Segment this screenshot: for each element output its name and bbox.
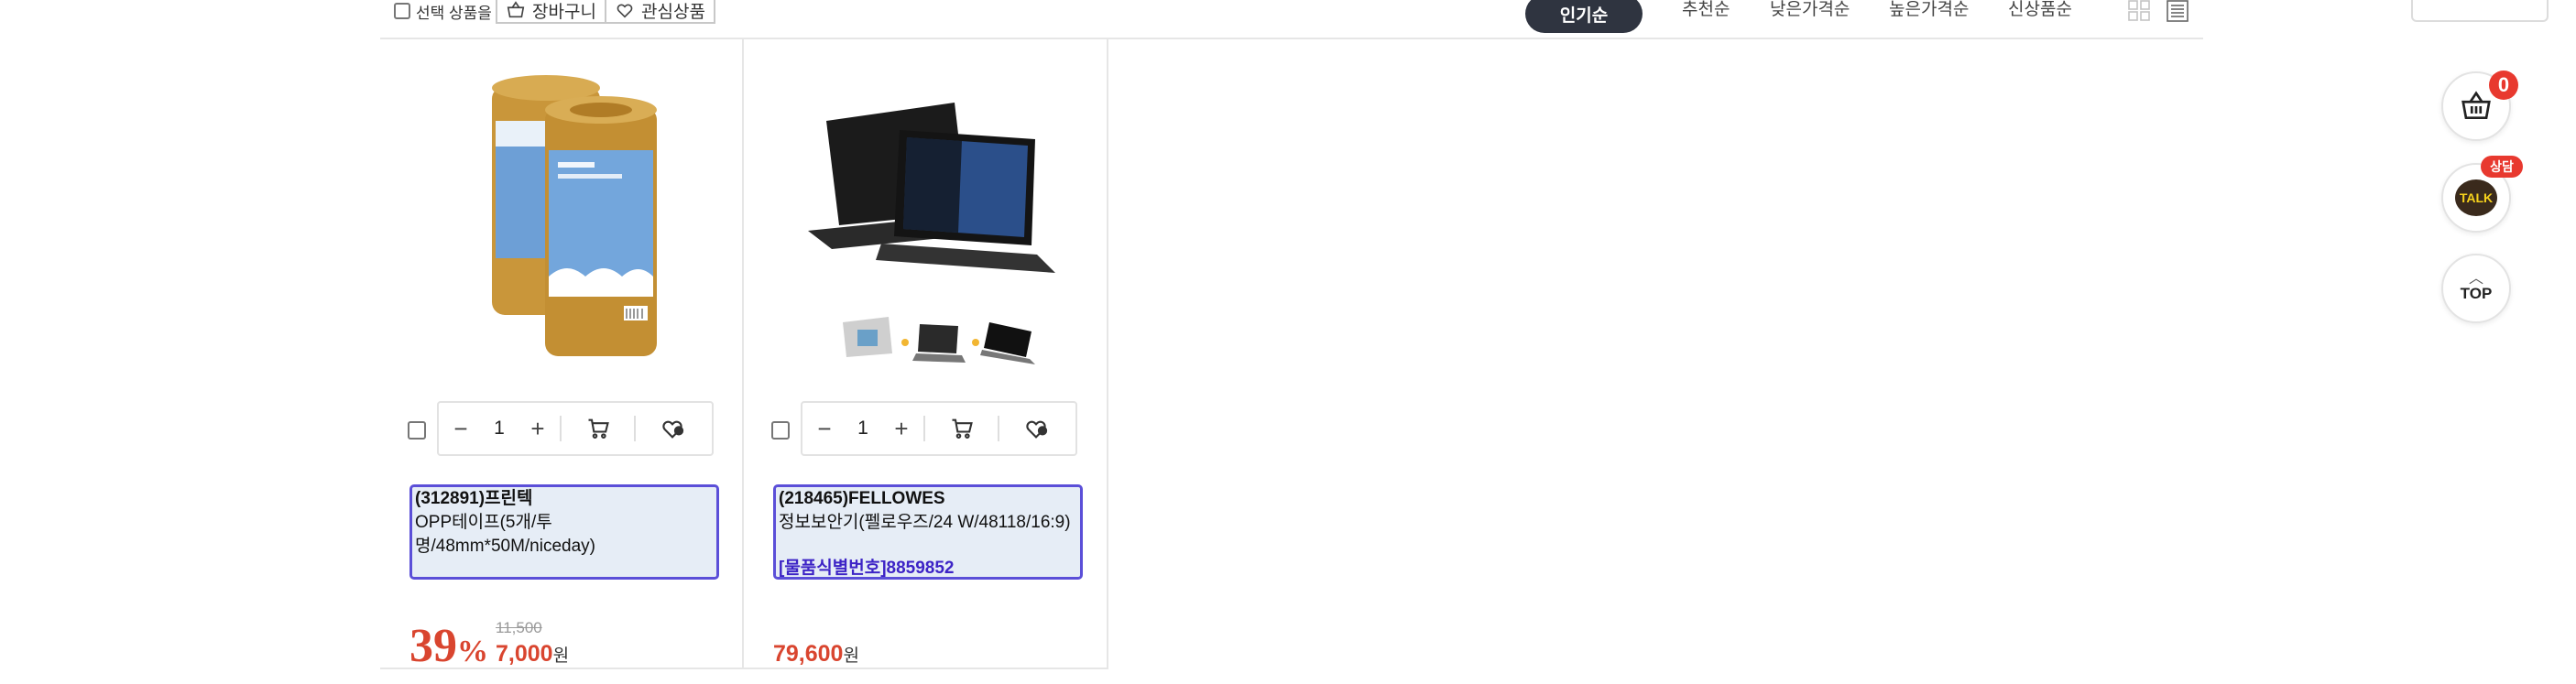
select-label: 선택 상품을 [416,4,492,22]
sort-option-high-price[interactable]: 높은가격순 [1889,0,1969,20]
product-name[interactable]: OPP테이프(5개/투명/48mm*50M/niceday) [415,511,714,559]
quantity-increase-button[interactable]: + [879,403,923,454]
cart-icon [952,418,973,439]
product-code: (312891)프린텍 [415,489,533,508]
product-item-id: [물품식별번호]8859852 [779,559,955,578]
quantity-decrease-button[interactable]: − [802,403,846,454]
sale-price: 79,600원 [773,641,859,667]
add-to-cart-button[interactable] [925,403,998,454]
cart-count-badge: 0 [2489,71,2518,100]
discount-rate: 39% [409,620,488,672]
quantity-increase-button[interactable]: + [516,403,560,454]
product-action-bar: − 1 + [801,401,1077,456]
grid-view-icon[interactable] [2127,0,2151,22]
kakao-talk-icon: TALK [2455,179,2497,216]
basket-icon [507,1,525,18]
product-info-box[interactable]: (218465)FELLOWES 정보보안기(펠로우즈/24 W/48118/1… [773,484,1083,580]
add-selected-to-wishlist-button[interactable]: 관심상품 [605,0,715,24]
consult-badge: 상담 [2481,156,2523,178]
add-to-wishlist-button[interactable] [636,403,708,454]
original-price: 11,500 [496,619,542,636]
wish-button-label: 관심상품 [641,2,705,22]
chevron-up-icon: ︿ [2468,271,2483,287]
list-view-icon[interactable] [2166,0,2189,22]
product-image-privacy-filter[interactable] [771,66,1079,377]
select-all-control[interactable]: 선택 상품을 [394,0,492,22]
sort-option-popular[interactable]: 인기순 [1525,0,1643,33]
sort-option-newest[interactable]: 신상품순 [2008,0,2072,20]
add-to-wishlist-button[interactable] [999,403,1072,454]
scroll-top-button[interactable]: ︿ TOP [2441,254,2511,323]
product-select-checkbox[interactable] [408,421,426,440]
add-to-cart-button[interactable] [562,403,634,454]
top-right-panel [2411,0,2549,22]
product-select-checkbox[interactable] [771,421,790,440]
heart-plus-icon [617,4,633,18]
grid-bottom-divider [380,668,1108,669]
sort-option-low-price[interactable]: 낮은가격순 [1770,0,1850,20]
product-info-box[interactable]: (312891)프린텍 OPP테이프(5개/투명/48mm*50M/niceda… [409,484,719,580]
cart-button-label: 장바구니 [532,2,596,22]
quantity-value[interactable]: 1 [483,418,516,440]
product-card: − 1 + (312891)프린텍 OPP테이프(5개/투명/48mm*50M/… [380,38,743,670]
scroll-top-label: TOP [2460,285,2493,302]
quantity-value[interactable]: 1 [846,418,879,440]
cart-icon [588,418,609,439]
heart-plus-icon [661,420,683,439]
sale-price: 7,000원 [496,641,570,667]
select-all-checkbox[interactable] [394,3,410,19]
sort-option-recommended[interactable]: 추천순 [1682,0,1730,20]
list-toolbar: 선택 상품을 장바구니 관심상품 인기순 추천순 낮은가격순 높은가격순 신상품… [0,0,2576,38]
product-action-bar: − 1 + [437,401,714,456]
product-image-tape-rolls[interactable] [408,66,715,377]
basket-icon [2461,91,2491,120]
grid-divider [1107,38,1108,669]
product-card: − 1 + (218465)FELLOWES 정보보안기(펠로우즈/24 W/4… [744,38,1107,668]
product-name[interactable]: 정보보안기(펠로우즈/24 W/48118/16:9) [779,511,1077,535]
product-code: (218465)FELLOWES [779,489,945,508]
quantity-decrease-button[interactable]: − [439,403,483,454]
heart-plus-icon [1025,420,1047,439]
add-selected-to-cart-button[interactable]: 장바구니 [496,0,606,24]
